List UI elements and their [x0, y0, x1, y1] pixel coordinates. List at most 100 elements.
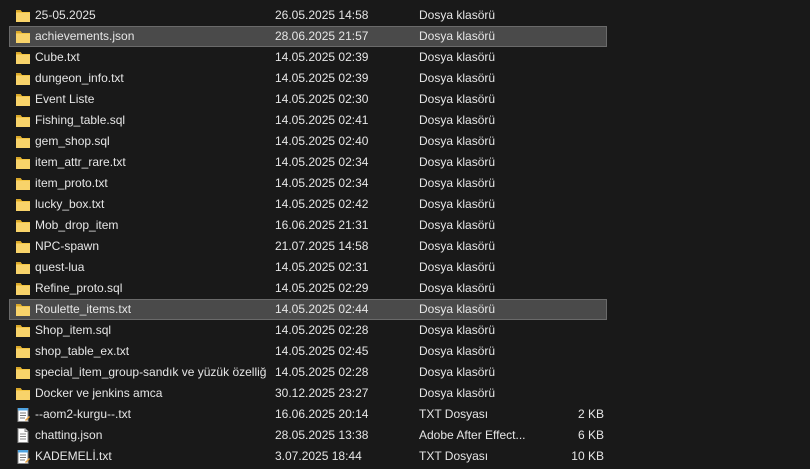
- file-row[interactable]: --aom2-kurgu--.txt 16.06.2025 20:14 TXT Do…: [0, 404, 810, 425]
- file-icon-cell: [14, 194, 32, 215]
- file-name: item_attr_rare.txt: [35, 155, 126, 169]
- file-icon-cell: [14, 47, 32, 68]
- file-name: Event Liste: [35, 92, 95, 106]
- file-icon-cell: [14, 68, 32, 89]
- folder-icon: [15, 323, 31, 338]
- file-date: 14.05.2025 02:31: [275, 260, 369, 274]
- file-name: Fishing_table.sql: [35, 113, 126, 127]
- file-size: [540, 68, 604, 89]
- file-date: 16.06.2025 21:31: [275, 218, 369, 232]
- folder-icon: [15, 50, 31, 65]
- file-name: quest-lua: [35, 260, 85, 274]
- folder-icon: [15, 344, 31, 359]
- document-icon: [15, 428, 31, 443]
- file-type: Dosya klasörü: [419, 50, 496, 64]
- file-date: 14.05.2025 02:28: [275, 365, 369, 379]
- file-icon-cell: [14, 173, 32, 194]
- file-icon-cell: [14, 110, 32, 131]
- file-date: 28.06.2025 21:57: [275, 29, 369, 43]
- file-size: [540, 110, 604, 131]
- file-size: [540, 278, 604, 299]
- file-type: Dosya klasörü: [419, 134, 496, 148]
- file-date: 14.05.2025 02:41: [275, 113, 369, 127]
- file-size: [540, 383, 604, 404]
- file-size: [540, 47, 604, 68]
- file-row[interactable]: quest-lua 14.05.2025 02:31 Dosya klasörü: [0, 257, 810, 278]
- file-row[interactable]: Refine_proto.sql 14.05.2025 02:29 Dosya kl…: [0, 278, 810, 299]
- folder-icon: [15, 155, 31, 170]
- file-date: 21.07.2025 14:58: [275, 239, 369, 253]
- folder-icon: [15, 281, 31, 296]
- file-row[interactable]: Docker ve jenkins amca 30.12.2025 23:27 Do…: [0, 383, 810, 404]
- file-name: NPC-spawn: [35, 239, 100, 253]
- file-row[interactable]: achievements.json 28.06.2025 21:57 Dosya k…: [0, 26, 810, 47]
- file-row[interactable]: chatting.json 28.05.2025 13:38 Adobe After…: [0, 425, 810, 446]
- file-icon-cell: [14, 152, 32, 173]
- file-icon-cell: [14, 341, 32, 362]
- file-row[interactable]: shop_table_ex.txt 14.05.2025 02:45 Dosya k…: [0, 341, 810, 362]
- folder-icon: [15, 176, 31, 191]
- file-size: [540, 152, 604, 173]
- file-type: Adobe After Effect...: [419, 428, 526, 442]
- file-size: [540, 131, 604, 152]
- file-size: 2 KB: [577, 407, 604, 421]
- file-type: TXT Dosyası: [419, 449, 489, 463]
- file-name: special_item_group-sandık ve yüzük özell…: [35, 365, 267, 379]
- file-date: 28.05.2025 13:38: [275, 428, 369, 442]
- file-size: [540, 5, 604, 26]
- file-name: Cube.txt: [35, 50, 80, 64]
- folder-icon: [15, 260, 31, 275]
- file-row[interactable]: Shop_item.sql 14.05.2025 02:28 Dosya klasö…: [0, 320, 810, 341]
- file-row[interactable]: item_proto.txt 14.05.2025 02:34 Dosya klas…: [0, 173, 810, 194]
- file-size: [540, 194, 604, 215]
- file-icon-cell: [14, 26, 32, 47]
- file-row[interactable]: Event Liste 14.05.2025 02:30 Dosya klasörü: [0, 89, 810, 110]
- file-type: Dosya klasörü: [419, 323, 496, 337]
- file-size: [540, 215, 604, 236]
- file-type: Dosya klasörü: [419, 365, 496, 379]
- file-name: achievements.json: [35, 29, 135, 43]
- file-row[interactable]: lucky_box.txt 14.05.2025 02:42 Dosya klasö…: [0, 194, 810, 215]
- file-type: Dosya klasörü: [419, 8, 496, 22]
- file-name: item_proto.txt: [35, 176, 108, 190]
- file-row[interactable]: Roulette_items.txt 14.05.2025 02:44 Dosya …: [0, 299, 810, 320]
- file-size: [540, 173, 604, 194]
- file-date: 14.05.2025 02:45: [275, 344, 369, 358]
- file-icon-cell: [14, 299, 32, 320]
- folder-icon: [15, 92, 31, 107]
- file-type: Dosya klasörü: [419, 71, 496, 85]
- folder-icon: [15, 218, 31, 233]
- file-size: [540, 26, 604, 47]
- file-row[interactable]: gem_shop.sql 14.05.2025 02:40 Dosya klasör…: [0, 131, 810, 152]
- file-date: 14.05.2025 02:28: [275, 323, 369, 337]
- file-icon-cell: [14, 320, 32, 341]
- file-row[interactable]: 25-05.2025 26.05.2025 14:58 Dosya klasörü: [0, 5, 810, 26]
- notepad-icon: [15, 407, 31, 422]
- file-row[interactable]: Cube.txt 14.05.2025 02:39 Dosya klasörü: [0, 47, 810, 68]
- file-size: 6 KB: [577, 428, 604, 442]
- file-type: TXT Dosyası: [419, 407, 489, 421]
- file-icon-cell: [14, 236, 32, 257]
- file-type: Dosya klasörü: [419, 155, 496, 169]
- file-row[interactable]: item_attr_rare.txt 14.05.2025 02:34 Dosya …: [0, 152, 810, 173]
- file-list: 25-05.2025 26.05.2025 14:58 Dosya klasörü a…: [0, 5, 810, 467]
- file-icon-cell: [14, 446, 32, 467]
- file-row[interactable]: dungeon_info.txt 14.05.2025 02:39 Dosya kl…: [0, 68, 810, 89]
- file-row[interactable]: KADEMELİ.txt 3.07.2025 18:44 TXT Dosyası 10…: [0, 446, 810, 467]
- file-row[interactable]: special_item_group-sandık ve yüzük özell…: [0, 362, 810, 383]
- file-type: Dosya klasörü: [419, 92, 496, 106]
- file-icon-cell: [14, 5, 32, 26]
- file-date: 14.05.2025 02:34: [275, 155, 369, 169]
- file-date: 14.05.2025 02:39: [275, 71, 369, 85]
- file-date: 14.05.2025 02:40: [275, 134, 369, 148]
- file-row[interactable]: Fishing_table.sql 14.05.2025 02:41 Dosya k…: [0, 110, 810, 131]
- file-row[interactable]: NPC-spawn 21.07.2025 14:58 Dosya klasörü: [0, 236, 810, 257]
- file-name: Refine_proto.sql: [35, 281, 123, 295]
- file-date: 14.05.2025 02:34: [275, 176, 369, 190]
- folder-icon: [15, 302, 31, 317]
- file-type: Dosya klasörü: [419, 29, 496, 43]
- file-row[interactable]: Mob_drop_item 16.06.2025 21:31 Dosya klasö…: [0, 215, 810, 236]
- file-date: 16.06.2025 20:14: [275, 407, 369, 421]
- file-icon-cell: [14, 131, 32, 152]
- file-date: 14.05.2025 02:30: [275, 92, 369, 106]
